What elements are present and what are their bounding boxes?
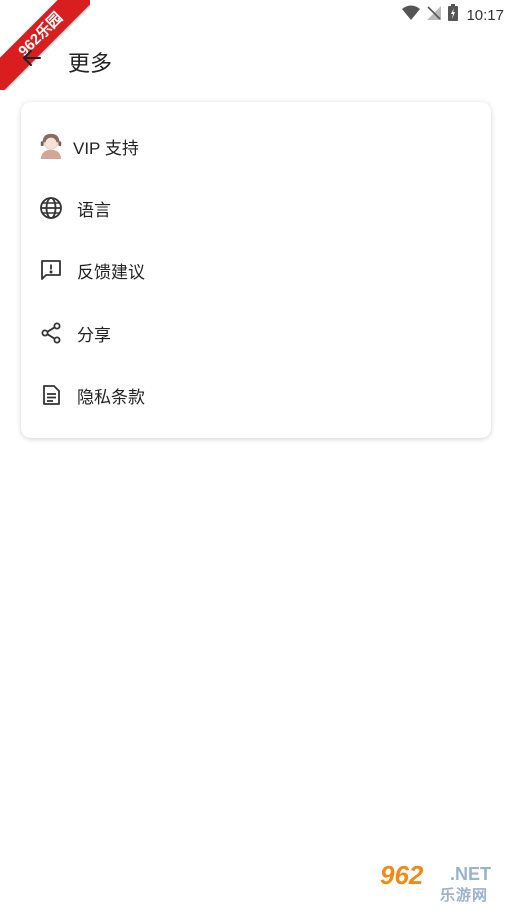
- vip-support-avatar-icon: [38, 133, 64, 159]
- menu-label-language: 语言: [77, 200, 111, 220]
- menu-item-privacy-terms[interactable]: 隐私条款: [21, 367, 491, 423]
- menu-label-feedback: 反馈建议: [77, 262, 145, 282]
- watermark-suffix: .NET: [450, 864, 492, 884]
- menu-item-feedback[interactable]: 反馈建议: [21, 242, 491, 298]
- no-signal-icon: [426, 5, 442, 26]
- menu-label-privacy-terms: 隐私条款: [77, 387, 145, 407]
- feedback-icon: [38, 257, 64, 283]
- menu-item-vip-support[interactable]: VIP 支持: [21, 118, 491, 174]
- app-bar: 更多: [0, 36, 512, 84]
- battery-charging-icon: [448, 4, 459, 26]
- menu-item-share[interactable]: 分享: [21, 305, 491, 361]
- watermark-logo: 962 .NET 乐游网: [374, 858, 506, 904]
- wifi-icon: [402, 5, 421, 26]
- page-title: 更多: [68, 51, 113, 76]
- menu-label-vip-support: VIP 支持: [73, 138, 139, 158]
- watermark-brand: 962: [380, 860, 424, 890]
- globe-icon: [38, 195, 64, 221]
- back-button[interactable]: [18, 46, 46, 74]
- arrow-left-icon: [20, 46, 44, 75]
- document-icon: [38, 382, 64, 408]
- clock: 10:17: [466, 6, 504, 24]
- share-icon: [38, 320, 64, 346]
- more-menu-card: VIP 支持 语言 反馈建议 分享 隐私条款: [21, 102, 491, 438]
- menu-label-share: 分享: [77, 325, 111, 345]
- menu-item-language[interactable]: 语言: [21, 180, 491, 236]
- status-icons: 10:17: [402, 4, 504, 26]
- watermark-sub: 乐游网: [440, 887, 489, 904]
